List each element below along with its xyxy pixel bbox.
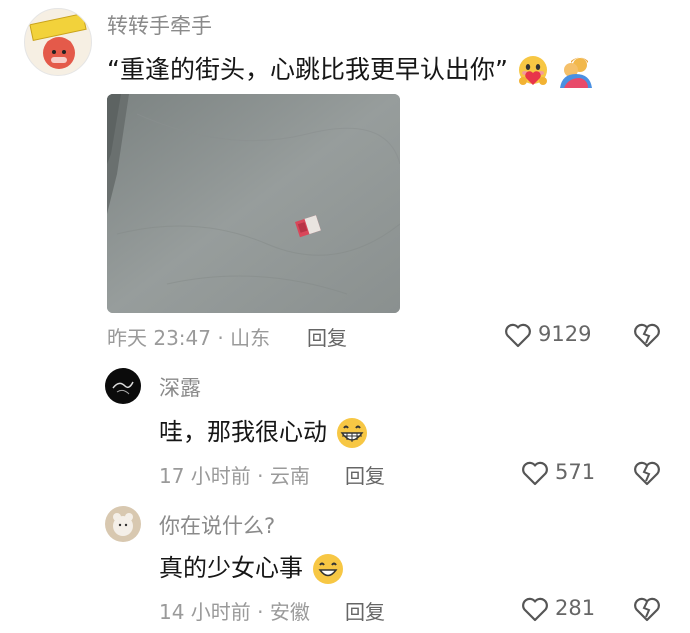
reply-button[interactable]: 回复	[345, 596, 385, 625]
like-count: 571	[555, 460, 596, 484]
reply-button[interactable]: 回复	[307, 322, 347, 351]
heart-icon	[505, 323, 531, 348]
like-button[interactable]: 281	[520, 594, 600, 626]
like-count: 281	[555, 596, 596, 620]
avatar-illustration	[29, 12, 87, 69]
reply-text-content: 哇，那我很心动	[159, 418, 327, 446]
reply-item: 深露 哇，那我很心动 17 小时前 · 云南 回复 571	[0, 362, 690, 492]
comment-text: “重逢的街头，心跳比我更早认出你”	[107, 50, 594, 88]
comment-photo[interactable]	[107, 94, 400, 313]
hugging-people-emoji	[558, 54, 594, 88]
like-button[interactable]: 571	[520, 458, 600, 490]
hug-face-heart-emoji	[516, 54, 550, 88]
like-count: 9129	[538, 322, 592, 346]
grinning-face-emoji	[335, 416, 369, 450]
ground-photo	[107, 94, 400, 313]
reply-button[interactable]: 回复	[345, 460, 385, 489]
username[interactable]: 转转手牵手	[107, 10, 212, 40]
dislike-broken-heart-icon[interactable]	[632, 595, 662, 623]
reply-text-content: 真的少女心事	[159, 554, 303, 582]
comment-main: 转转手牵手 “重逢的街头，心跳比我更早认出你” 昨天 23:47 · 山东 回复…	[0, 0, 690, 360]
heart-icon	[522, 597, 548, 622]
username[interactable]: 深露	[159, 372, 201, 402]
avatar[interactable]	[105, 368, 141, 404]
username[interactable]: 你在说什么?	[159, 510, 275, 540]
avatar[interactable]	[105, 506, 141, 542]
comment-time-location: 昨天 23:47 · 山东	[107, 326, 271, 350]
avatar[interactable]	[24, 8, 92, 76]
reply-time-location: 14 小时前 · 安徽	[159, 600, 310, 624]
reply-time-location: 17 小时前 · 云南	[159, 464, 310, 488]
reply-text: 真的少女心事	[159, 548, 345, 586]
comment-text-content: “重逢的街头，心跳比我更早认出你”	[107, 55, 508, 84]
dislike-broken-heart-icon[interactable]	[632, 459, 662, 487]
dislike-broken-heart-icon[interactable]	[632, 321, 662, 349]
reply-item: 你在说什么? 真的少女心事 14 小时前 · 安徽 回复 281	[0, 500, 690, 633]
reply-text: 哇，那我很心动	[159, 412, 369, 450]
smiling-face-emoji	[311, 552, 345, 586]
heart-icon	[522, 461, 548, 486]
like-button[interactable]: 9129	[503, 320, 593, 352]
